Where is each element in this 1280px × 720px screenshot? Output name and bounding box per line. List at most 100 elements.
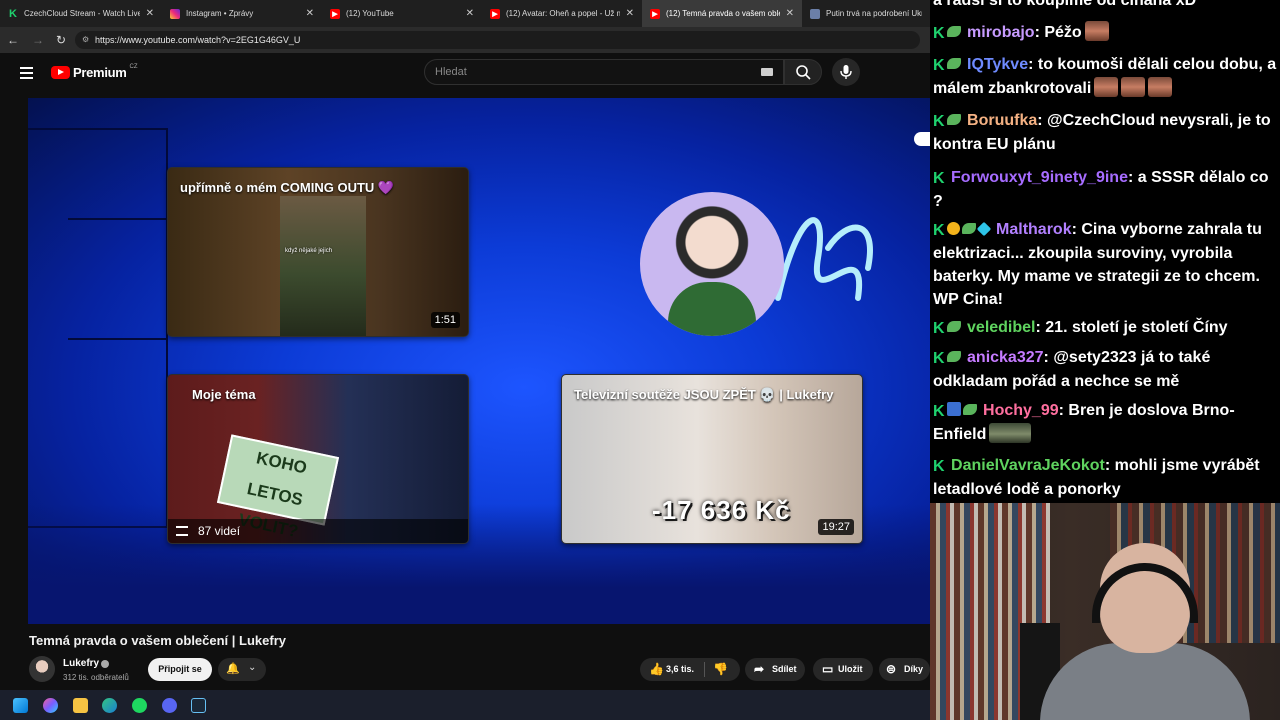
thumbnail-subtitle: když nějaké jejich [285, 248, 333, 254]
windows-start-icon[interactable] [13, 698, 28, 713]
background-shelf [68, 218, 168, 220]
background-shelf [28, 128, 168, 528]
menu-icon[interactable] [20, 67, 33, 79]
close-icon[interactable]: ✕ [146, 8, 154, 19]
chat-username[interactable]: IQTykve [967, 56, 1028, 73]
edge-icon[interactable] [102, 698, 117, 713]
browser-tab[interactable]: ▶ (12) YouTube ✕ [322, 0, 482, 27]
back-icon[interactable]: ← [5, 32, 21, 48]
end-card-title: Moje téma [192, 387, 256, 402]
chat-text: a radši si to koupíme od čínana xD [933, 0, 1197, 9]
thanks-label: Díky [904, 664, 924, 674]
emote-icon [1121, 77, 1146, 97]
chat-username[interactable]: Boruufka [967, 112, 1037, 129]
spotify-icon[interactable] [132, 698, 147, 713]
youtube-icon: ▶ [650, 8, 660, 19]
kick-badge-icon: K [933, 57, 945, 74]
background-shelf [68, 338, 168, 340]
tab-title: (12) Avatar: Oheň a popel - Už mé [506, 9, 620, 18]
kick-badge-icon: K [933, 170, 945, 187]
like-dislike-group: 👍 3,6 tis. 👎 [640, 658, 740, 681]
end-card-video[interactable]: -17 636 Kč Televizní soutěže JSOU ZPĚT 💀… [561, 374, 863, 544]
close-icon[interactable]: ✕ [306, 8, 314, 19]
search-input[interactable] [425, 60, 745, 84]
file-explorer-icon[interactable] [73, 698, 88, 713]
playlist-bar: 87 videí [168, 519, 468, 543]
voice-search-button[interactable] [832, 58, 860, 86]
close-icon[interactable]: ✕ [626, 8, 634, 19]
subscriber-count: 312 tis. odběratelů [63, 673, 129, 682]
close-icon[interactable]: ✕ [786, 8, 794, 19]
thumbnail-sign-text: KOHO LETOS VOLIT? [216, 434, 340, 541]
chat-username[interactable]: DanielVavraJeKokot [951, 457, 1105, 474]
thanks-button[interactable]: ⊜ Díky [879, 658, 930, 681]
keyboard-icon[interactable] [761, 68, 773, 76]
kick-badge-icon: K [933, 320, 945, 337]
save-button[interactable]: ▭ Uložit [813, 658, 873, 681]
gift-badge-icon [946, 222, 960, 235]
streamer-body-image [1040, 643, 1250, 720]
youtube-logo[interactable]: Premium CZ [51, 64, 138, 80]
copilot-icon[interactable] [43, 698, 58, 713]
browser-tab-active[interactable]: ▶ (12) Temná pravda o vašem oblečen ✕ [642, 0, 802, 27]
sub-badge-icon [946, 114, 961, 125]
browser-tab[interactable]: ▶ (12) Avatar: Oheň a popel - Už mé ✕ [482, 0, 642, 27]
thumbnail-overlay-text: -17 636 Kč [652, 495, 791, 525]
thanks-icon: ⊜ [886, 662, 897, 676]
chat-username[interactable]: Maltharok [996, 221, 1072, 238]
sub-badge-icon [961, 223, 976, 234]
dislike-icon[interactable]: 👎 [713, 658, 728, 681]
steam-icon[interactable] [191, 698, 206, 713]
kick-favicon-icon: K [9, 7, 17, 20]
search-box[interactable] [424, 59, 784, 85]
chat-username[interactable]: Hochy_99 [983, 402, 1059, 419]
streamer-webcam [930, 503, 1280, 720]
chat-message: K mirobajo: Péžo [933, 21, 1277, 45]
site-info-icon[interactable]: ⚙ [82, 31, 89, 49]
kick-badge-icon: K [933, 403, 945, 420]
like-count[interactable]: 3,6 tis. [666, 658, 694, 681]
chat-text: 21. století je století Číny [1045, 319, 1228, 336]
chat-username[interactable]: mirobajo [967, 24, 1035, 41]
forward-icon[interactable]: → [30, 32, 46, 48]
video-player[interactable]: když nějaké jejich upřímně o mém COMING … [28, 98, 930, 624]
youtube-icon: ▶ [330, 8, 340, 19]
chat-username[interactable]: Forwouxyt_9inety_9ine [951, 169, 1128, 186]
chat-username[interactable]: veledibel [967, 319, 1035, 336]
tab-title: Instagram • Zprávy [186, 9, 254, 18]
discord-icon[interactable] [162, 698, 177, 713]
moderator-badge-icon [946, 402, 961, 416]
reload-icon[interactable]: ↻ [53, 32, 69, 48]
page-icon [810, 8, 820, 19]
join-button[interactable]: Připojit se [148, 658, 212, 681]
url-field[interactable]: ⚙ https://www.youtube.com/watch?v=2EG1G4… [75, 31, 920, 49]
video-title: Temná pravda o vašem oblečení | Lukefry [29, 633, 286, 648]
chat-username[interactable]: anicka327 [967, 349, 1044, 366]
sub-badge-icon [946, 58, 961, 69]
channel-avatar[interactable] [29, 656, 55, 682]
like-icon[interactable]: 👍 [649, 658, 664, 681]
notifications-button[interactable]: 🔔 ⌄ [218, 658, 266, 681]
browser-tab[interactable]: K CzechCloud Stream - Watch Live o ✕ [0, 0, 162, 27]
end-card-playlist[interactable]: KOHO LETOS VOLIT? Moje téma 87 videí [167, 374, 469, 544]
share-icon: ➦ [754, 662, 765, 676]
save-label: Uložit [838, 664, 863, 674]
channel-subscribe-avatar[interactable] [640, 192, 784, 336]
end-card-video[interactable]: když nějaké jejich upřímně o mém COMING … [167, 167, 469, 337]
chat-message: K Maltharok: Cina vyborne zahrala tu ele… [933, 221, 1262, 308]
browser-tab-bar: K CzechCloud Stream - Watch Live o ✕ Inst… [0, 0, 930, 27]
close-icon[interactable]: ✕ [466, 8, 474, 19]
channel-name[interactable]: Lukefry [63, 658, 99, 669]
browser-tab[interactable]: Instagram • Zprávy ✕ [162, 0, 322, 27]
youtube-icon: ▶ [490, 8, 500, 19]
windows-taskbar [0, 690, 930, 720]
chat-text: Péžo [1044, 24, 1082, 41]
end-card-title: Televizní soutěže JSOU ZPĚT 💀 | Lukefry [574, 387, 834, 402]
search-button[interactable] [784, 59, 822, 85]
stream-chat: a radši si to koupíme od čínana xD K mir… [930, 0, 1280, 503]
hide-end-cards-icon[interactable] [914, 132, 930, 146]
browser-tab[interactable]: Putin trvá na podrobení Ukraji [802, 0, 930, 27]
tab-title: CzechCloud Stream - Watch Live o [24, 9, 140, 18]
kick-badge-icon: K [933, 222, 945, 239]
share-button[interactable]: ➦ Sdílet [745, 658, 805, 681]
